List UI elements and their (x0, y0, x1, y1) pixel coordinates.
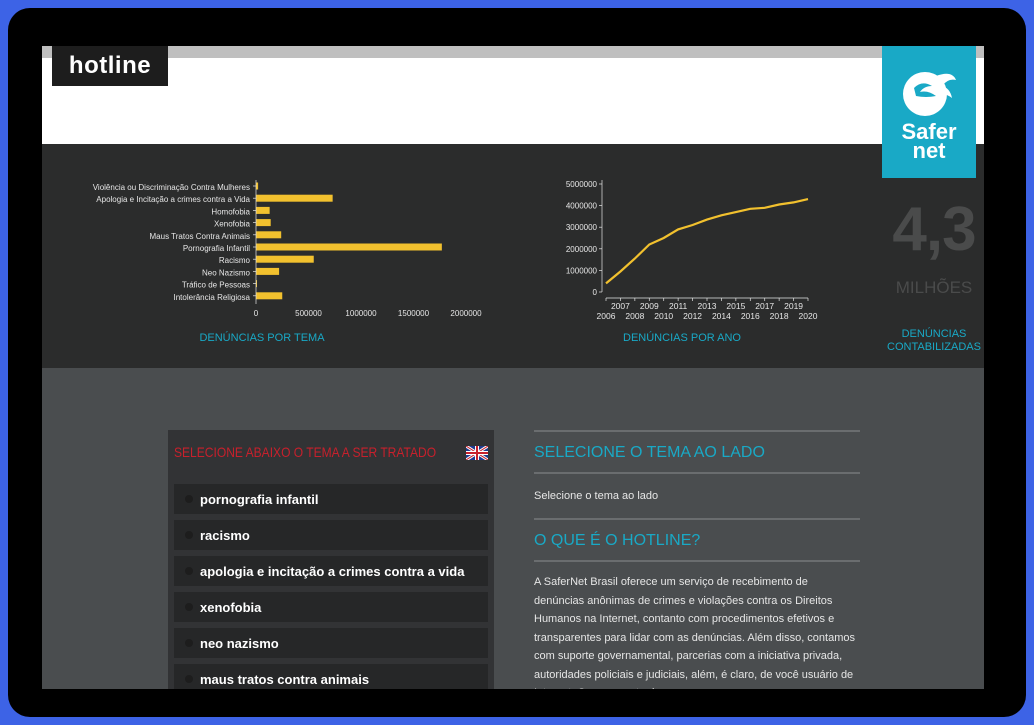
site-header: hotline (42, 46, 984, 144)
topic-label: pornografia infantil (200, 492, 319, 507)
bar-x-tick-label: 0 (254, 309, 259, 318)
line-y-tick-label: 3000000 (566, 223, 598, 232)
hotline-logo[interactable]: hotline (52, 46, 168, 86)
bar-category-label: Racismo (219, 256, 251, 265)
line-x-tick-label: 2015 (726, 301, 745, 311)
topic-item-apologia[interactable]: apologia e incitação a crimes contra a v… (174, 556, 488, 586)
topic-label: xenofobia (200, 600, 262, 615)
bar-category-label: Maus Tratos Contra Animais (150, 232, 250, 241)
bar-category-label: Neo Nazismo (202, 268, 251, 277)
line-y-tick-label: 0 (593, 288, 598, 297)
line-x-tick-label: 2006 (597, 311, 616, 321)
topic-panel: SELECIONE ABAIXO O TEMA A SER TRATADO po… (168, 430, 494, 689)
select-text: Selecione o tema ao lado (534, 490, 659, 502)
about-heading: O QUE É O HOTLINE? (534, 532, 701, 549)
divider (534, 430, 860, 432)
uk-flag-icon[interactable] (466, 446, 488, 460)
bullet-icon (185, 495, 193, 503)
safernet-icon (903, 72, 956, 116)
select-heading: SELECIONE O TEMA AO LADO (534, 444, 765, 461)
total-caption: DENÚNCIAS CONTABILIZADAS (884, 328, 984, 354)
brand-line-2: net (912, 138, 946, 163)
topic-label: neo nazismo (200, 636, 279, 651)
total-unit: MILHÕES (895, 278, 973, 297)
bar-category-label: Homofobia (211, 207, 250, 216)
topic-item-neo-nazismo[interactable]: neo nazismo (174, 628, 488, 658)
bar-category-label: Intolerância Religiosa (174, 293, 251, 302)
device-frame: hotline Safer net Violência ou Discrimin… (8, 8, 1026, 717)
topic-panel-header: SELECIONE ABAIXO O TEMA A SER TRATADO (168, 430, 494, 476)
bullet-icon (185, 567, 193, 575)
topic-label: racismo (200, 528, 250, 543)
topic-item-racismo[interactable]: racismo (174, 520, 488, 550)
bar-chart-caption: DENÚNCIAS POR TEMA (199, 332, 325, 344)
browser-screen: hotline Safer net Violência ou Discrimin… (42, 46, 984, 689)
stats-band: Violência ou Discriminação Contra Mulher… (42, 144, 984, 368)
bar-x-tick-label: 500000 (295, 309, 322, 318)
line-x-tick-label: 2018 (770, 311, 789, 321)
safernet-brand: Safer net (882, 121, 976, 163)
bar-category-label: Violência ou Discriminação Contra Mulher… (93, 183, 250, 192)
line-x-tick-label: 2014 (712, 311, 731, 321)
line-x-tick-label: 2007 (611, 301, 630, 311)
line-y-tick-label: 1000000 (566, 266, 598, 275)
divider (534, 560, 860, 562)
bar (256, 219, 271, 227)
line-x-tick-label: 2019 (784, 301, 803, 311)
bar (256, 243, 442, 251)
line-y-tick-label: 2000000 (566, 245, 598, 254)
total-number: 4,3 (892, 195, 976, 264)
bar-x-tick-label: 2000000 (450, 309, 482, 318)
line-x-tick-label: 2009 (640, 301, 659, 311)
bullet-icon (185, 675, 193, 683)
line-y-tick-label: 4000000 (566, 202, 598, 211)
bar (256, 231, 282, 239)
bar (256, 267, 280, 275)
line-series (605, 198, 809, 285)
bar-x-tick-label: 1000000 (345, 309, 377, 318)
bar-category-label: Apologia e Incitação a crimes contra a V… (96, 195, 250, 204)
safernet-logo[interactable]: Safer net (882, 46, 976, 178)
line-x-tick-label: 2017 (755, 301, 774, 311)
bullet-icon (185, 603, 193, 611)
line-y-tick-label: 5000000 (566, 180, 598, 189)
topic-item-xenofobia[interactable]: xenofobia (174, 592, 488, 622)
bar (256, 255, 314, 263)
topic-label: maus tratos contra animais (200, 672, 370, 687)
line-x-tick-label: 2010 (654, 311, 673, 321)
bar-x-tick-label: 1500000 (398, 309, 430, 318)
bar-category-label: Xenofobia (214, 220, 251, 229)
line-x-tick-label: 2016 (741, 311, 760, 321)
line-x-tick-label: 2020 (799, 311, 818, 321)
bar (256, 292, 283, 300)
top-bar (42, 46, 984, 58)
topic-item-pornografia-infantil[interactable]: pornografia infantil (174, 484, 488, 514)
bar-category-label: Tráfico de Pessoas (182, 281, 250, 290)
bar (256, 206, 270, 214)
line-chart-caption: DENÚNCIAS POR ANO (623, 332, 741, 344)
line-x-tick-label: 2013 (698, 301, 717, 311)
bullet-icon (185, 531, 193, 539)
topic-item-maus-tratos[interactable]: maus tratos contra animais (174, 664, 488, 689)
line-x-tick-label: 2012 (683, 311, 702, 321)
topic-label: apologia e incitação a crimes contra a v… (200, 564, 465, 579)
topic-panel-title: SELECIONE ABAIXO O TEMA A SER TRATADO (174, 444, 437, 460)
bar-category-label: Pornografia Infantil (183, 244, 250, 253)
divider (534, 472, 860, 474)
line-chart: 0 1000000 2000000 3000000 4000000 5000000 2007… (566, 180, 818, 321)
total-caption-line-1: DENÚNCIAS (901, 328, 967, 340)
about-text: A SaferNet Brasil oferece um serviço de … (534, 576, 855, 689)
total-caption-line-2: CONTABILIZADAS (887, 341, 981, 353)
bar (256, 194, 333, 202)
bar-chart: Violência ou Discriminação Contra Mulher… (93, 180, 482, 318)
line-x-tick-label: 2011 (669, 301, 688, 311)
bullet-icon (185, 639, 193, 647)
line-x-tick-label: 2008 (625, 311, 644, 321)
divider (534, 518, 860, 520)
